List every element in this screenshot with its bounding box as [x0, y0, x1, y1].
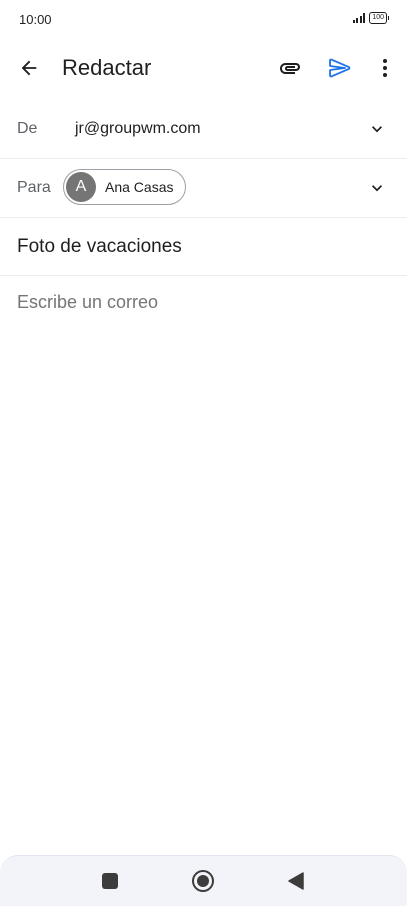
circle-home-icon[interactable]	[191, 869, 215, 893]
back-triangle-graphic	[288, 872, 304, 890]
to-field: Para A Ana Casas	[0, 159, 407, 218]
send-icon	[329, 58, 351, 78]
triangle-back-icon[interactable]	[286, 870, 306, 892]
recipient-name: Ana Casas	[105, 179, 174, 195]
status-bar: 10:00 100	[0, 0, 407, 40]
more-vertical-icon	[383, 59, 387, 77]
arrow-back-icon	[21, 60, 37, 76]
chevron-down-icon	[372, 185, 382, 192]
back-button[interactable]	[15, 54, 43, 82]
system-nav-bar	[0, 855, 407, 906]
signal-bars-icon	[352, 13, 366, 23]
from-expand-button[interactable]	[367, 119, 387, 139]
from-label: De	[17, 120, 38, 137]
subject-field[interactable]: Foto de vacaciones	[0, 218, 407, 276]
chevron-down-icon	[372, 126, 382, 133]
subject-input[interactable]: Foto de vacaciones	[17, 236, 182, 258]
to-expand-button[interactable]	[367, 178, 387, 198]
home-button-graphic	[192, 870, 214, 892]
send-button[interactable]	[326, 54, 354, 82]
attach-button[interactable]	[276, 54, 304, 82]
from-value[interactable]: jr@groupwm.com	[75, 120, 201, 138]
recipient-chip[interactable]: A Ana Casas	[63, 169, 187, 205]
battery-icon: 100	[369, 12, 389, 24]
avatar: A	[66, 172, 96, 202]
more-options-button[interactable]	[371, 54, 399, 82]
page-title: Redactar	[62, 55, 152, 80]
compose-screen: 10:00 100 Redactar De jr@groupwm.com Par…	[0, 0, 407, 906]
square-icon[interactable]	[102, 873, 118, 889]
status-time: 10:00	[19, 12, 52, 27]
battery-level: 100	[372, 14, 384, 21]
body-input[interactable]	[17, 292, 387, 832]
status-icons: 100	[352, 12, 389, 24]
paperclip-icon	[280, 63, 300, 74]
from-field: De jr@groupwm.com	[0, 101, 407, 159]
to-label: Para	[17, 179, 51, 196]
app-bar: Redactar	[0, 44, 407, 92]
